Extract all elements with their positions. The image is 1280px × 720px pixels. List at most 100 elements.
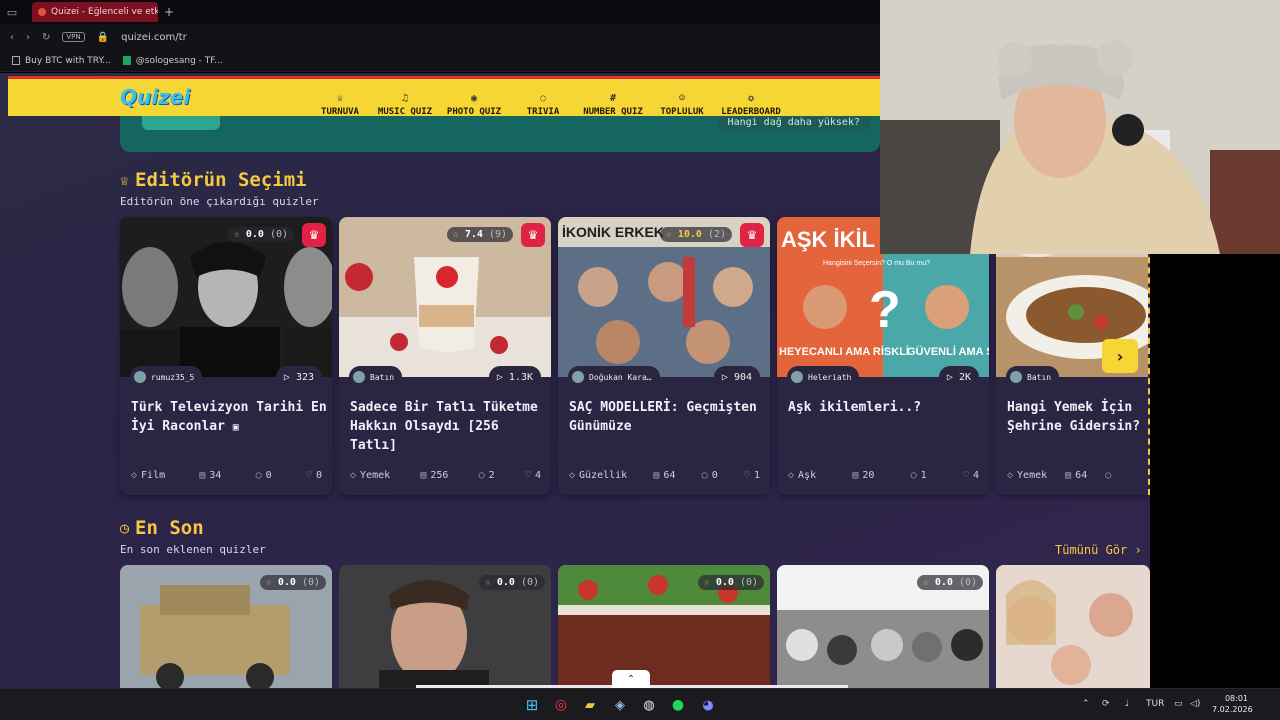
tag-icon: ◇ xyxy=(788,470,795,481)
quiz-card[interactable]: ☆ 7.4 (9) ♛ Batın ▷ 1.3K Sadece Bir Tatlı… xyxy=(339,217,551,495)
hash-icon: # xyxy=(609,93,617,104)
category[interactable]: ◇ Film xyxy=(131,470,165,481)
discord-icon[interactable]: ◕ xyxy=(698,695,718,715)
windows-start-icon[interactable]: ⊞ xyxy=(522,695,542,715)
play-icon: ▷ xyxy=(496,371,503,383)
category[interactable]: ◇ Yemek xyxy=(1007,470,1047,481)
author-chip[interactable]: Batın xyxy=(1006,366,1060,388)
vpn-badge[interactable]: VPN xyxy=(62,32,85,42)
quiz-title[interactable]: Hangi Yemek İçin Şehrine Gidersin? xyxy=(1007,398,1148,436)
play-icon: ▷ xyxy=(946,371,953,383)
quiz-card[interactable]: AŞK İKİL Hangisini Seçersin? O mu Bu mu?… xyxy=(777,217,989,495)
tab-menu-icon[interactable]: ▭ xyxy=(0,0,24,24)
opera-browser-icon[interactable]: ◎ xyxy=(551,695,571,715)
nav-music-quiz[interactable]: ♫ MUSIC QUIZ xyxy=(375,81,435,117)
site-logo[interactable]: Quizei xyxy=(120,85,190,109)
like-count[interactable]: ♡ 4 xyxy=(963,470,979,481)
author-name: Doğukan Kara… xyxy=(589,372,652,382)
author-chip[interactable]: Doğukan Kara… xyxy=(568,366,660,388)
clock[interactable]: 08:01 7.02.2026 xyxy=(1212,693,1253,715)
nav-trivia[interactable]: ◌ TRIVIA xyxy=(520,81,566,117)
question-count: ▤ 256 xyxy=(420,470,449,481)
author-chip[interactable]: rumuz35_5 xyxy=(130,366,203,388)
like-count[interactable]: ♡ 0 xyxy=(306,470,322,481)
quiz-card[interactable]: İKONİK ERKEK ☆ 10.0 (2) ♛ Doğukan Kara… … xyxy=(558,217,770,495)
star-icon: ☆ xyxy=(922,577,929,588)
hero-button[interactable] xyxy=(142,116,220,130)
nav-turnuva[interactable]: ♕ TURNUVA xyxy=(315,81,365,117)
volume-icon[interactable]: ◁) xyxy=(1190,699,1200,709)
stack-icon: ▤ xyxy=(653,470,660,481)
category[interactable]: ◇ Güzellik xyxy=(569,470,627,481)
network-icon[interactable]: ▭ xyxy=(1174,699,1183,709)
clock-time: 08:01 xyxy=(1224,694,1248,703)
carousel-next-button[interactable]: › xyxy=(1102,339,1138,373)
heart-icon: ♡ xyxy=(524,470,531,481)
star-icon: ☆ xyxy=(665,229,672,240)
back-icon[interactable]: ‹ xyxy=(10,32,14,43)
tray-overflow-icon[interactable]: ⌃ xyxy=(1082,699,1090,709)
tag-icon: ◇ xyxy=(569,470,576,481)
app-icon[interactable]: ◈ xyxy=(610,695,630,715)
rating-badge: ☆ 0.0 (0) xyxy=(478,575,545,590)
card-footer: ◇ Aşk ▤ 20 ○ 1 ♡ 4 xyxy=(788,470,979,481)
play-icon: ▷ xyxy=(721,371,728,383)
avatar xyxy=(353,371,365,383)
browser-tab[interactable]: Quizei - Eğlenceli ve etkile xyxy=(32,2,158,22)
quiz-title[interactable]: SAÇ MODELLERİ: Geçmişten Günümüze xyxy=(569,398,765,436)
clock-date: 7.02.2026 xyxy=(1212,705,1253,714)
thumbnail-image xyxy=(339,217,551,377)
author-name: Batın xyxy=(1027,372,1052,382)
microphone-icon[interactable]: ♩ xyxy=(1125,699,1129,709)
quiz-card[interactable]: ☆ 0.0 (0) ♛ rumuz35_5 ▷ 323 Türk Televizy… xyxy=(120,217,332,495)
see-all-link[interactable]: Tümünü Gör › xyxy=(1055,543,1142,557)
avatar xyxy=(791,371,803,383)
comment-icon: ○ xyxy=(478,470,485,481)
quiz-title[interactable]: Türk Televizyon Tarihi En İyi Raconlar ▣ xyxy=(131,398,327,437)
play-count: ▷ 323 xyxy=(275,366,322,388)
sync-icon[interactable]: ⟳ xyxy=(1102,699,1110,709)
nav-topluluk[interactable]: ☺ TOPLULUK xyxy=(656,81,708,117)
question-mark-icon: ? xyxy=(869,281,901,339)
quiz-title[interactable]: Aşk ikilemleri..? xyxy=(788,398,984,417)
spotify-icon[interactable]: ● xyxy=(668,695,688,715)
reload-icon[interactable]: ↻ xyxy=(42,32,50,43)
like-count[interactable]: ♡ 4 xyxy=(525,470,541,481)
sheet-icon xyxy=(122,56,131,65)
scroll-to-top-button[interactable]: ⌃ xyxy=(612,670,650,688)
heart-icon: ♡ xyxy=(962,470,969,481)
latest-quiz-card[interactable]: ☆ 0.0 (0) xyxy=(558,565,770,688)
author-chip[interactable]: Heleriath xyxy=(787,366,860,388)
bookmark-label: @sologesang - TF... xyxy=(135,55,223,66)
url-input[interactable]: quizei.com/tr xyxy=(121,32,187,43)
nav-number-quiz[interactable]: # NUMBER QUIZ xyxy=(580,81,646,117)
card-footer: ◇ Film ▤ 34 ○ 0 ♡ 0 xyxy=(131,470,322,481)
card-footer: ◇ Güzellik ▤ 64 ○ 0 ♡ 1 xyxy=(569,470,760,481)
category[interactable]: ◇ Aşk xyxy=(788,470,816,481)
taskbar: ⊞ ◎ ▰ ◈ ◍ ● ◕ ⌃ ⟳ ♩ TUR ▭ ◁) 08:01 7.02.… xyxy=(0,688,1280,720)
quiz-title-text: Türk Televizyon Tarihi En İyi Raconlar xyxy=(131,400,327,434)
nav-leaderboard[interactable]: ✪ LEADERBOARD xyxy=(718,81,784,117)
latest-quiz-card[interactable]: ☆ 0.0 (0) xyxy=(777,565,989,688)
bookmark-item[interactable]: @sologesang - TF... xyxy=(122,55,223,66)
language-indicator[interactable]: TUR xyxy=(1146,699,1164,709)
latest-quiz-card[interactable] xyxy=(996,565,1150,688)
author-chip[interactable]: Batın xyxy=(349,366,403,388)
steam-icon[interactable]: ◍ xyxy=(639,695,659,715)
latest-quiz-card[interactable]: ☆ 0.0 (0) xyxy=(339,565,551,688)
new-tab-button[interactable]: + xyxy=(164,5,174,19)
quiz-title[interactable]: Sadece Bir Tatlı Tüketme Hakkın Olsaydı … xyxy=(350,398,546,455)
avatar xyxy=(134,371,146,383)
bookmark-item[interactable]: Buy BTC with TRY... xyxy=(12,56,111,66)
category[interactable]: ◇ Yemek xyxy=(350,470,390,481)
like-count[interactable]: ♡ 1 xyxy=(744,470,760,481)
avatar xyxy=(572,371,584,383)
play-count-value: 904 xyxy=(733,371,752,383)
bookmark-label: Buy BTC with TRY... xyxy=(25,55,111,66)
forward-icon[interactable]: › xyxy=(26,32,30,43)
nav-photo-quiz[interactable]: ◉ PHOTO QUIZ xyxy=(444,81,504,117)
file-explorer-icon[interactable]: ▰ xyxy=(580,695,600,715)
chevron-up-icon: ⌃ xyxy=(626,673,636,685)
play-count-value: 2K xyxy=(958,371,971,383)
latest-quiz-card[interactable]: ☆ 0.0 (0) xyxy=(120,565,332,688)
